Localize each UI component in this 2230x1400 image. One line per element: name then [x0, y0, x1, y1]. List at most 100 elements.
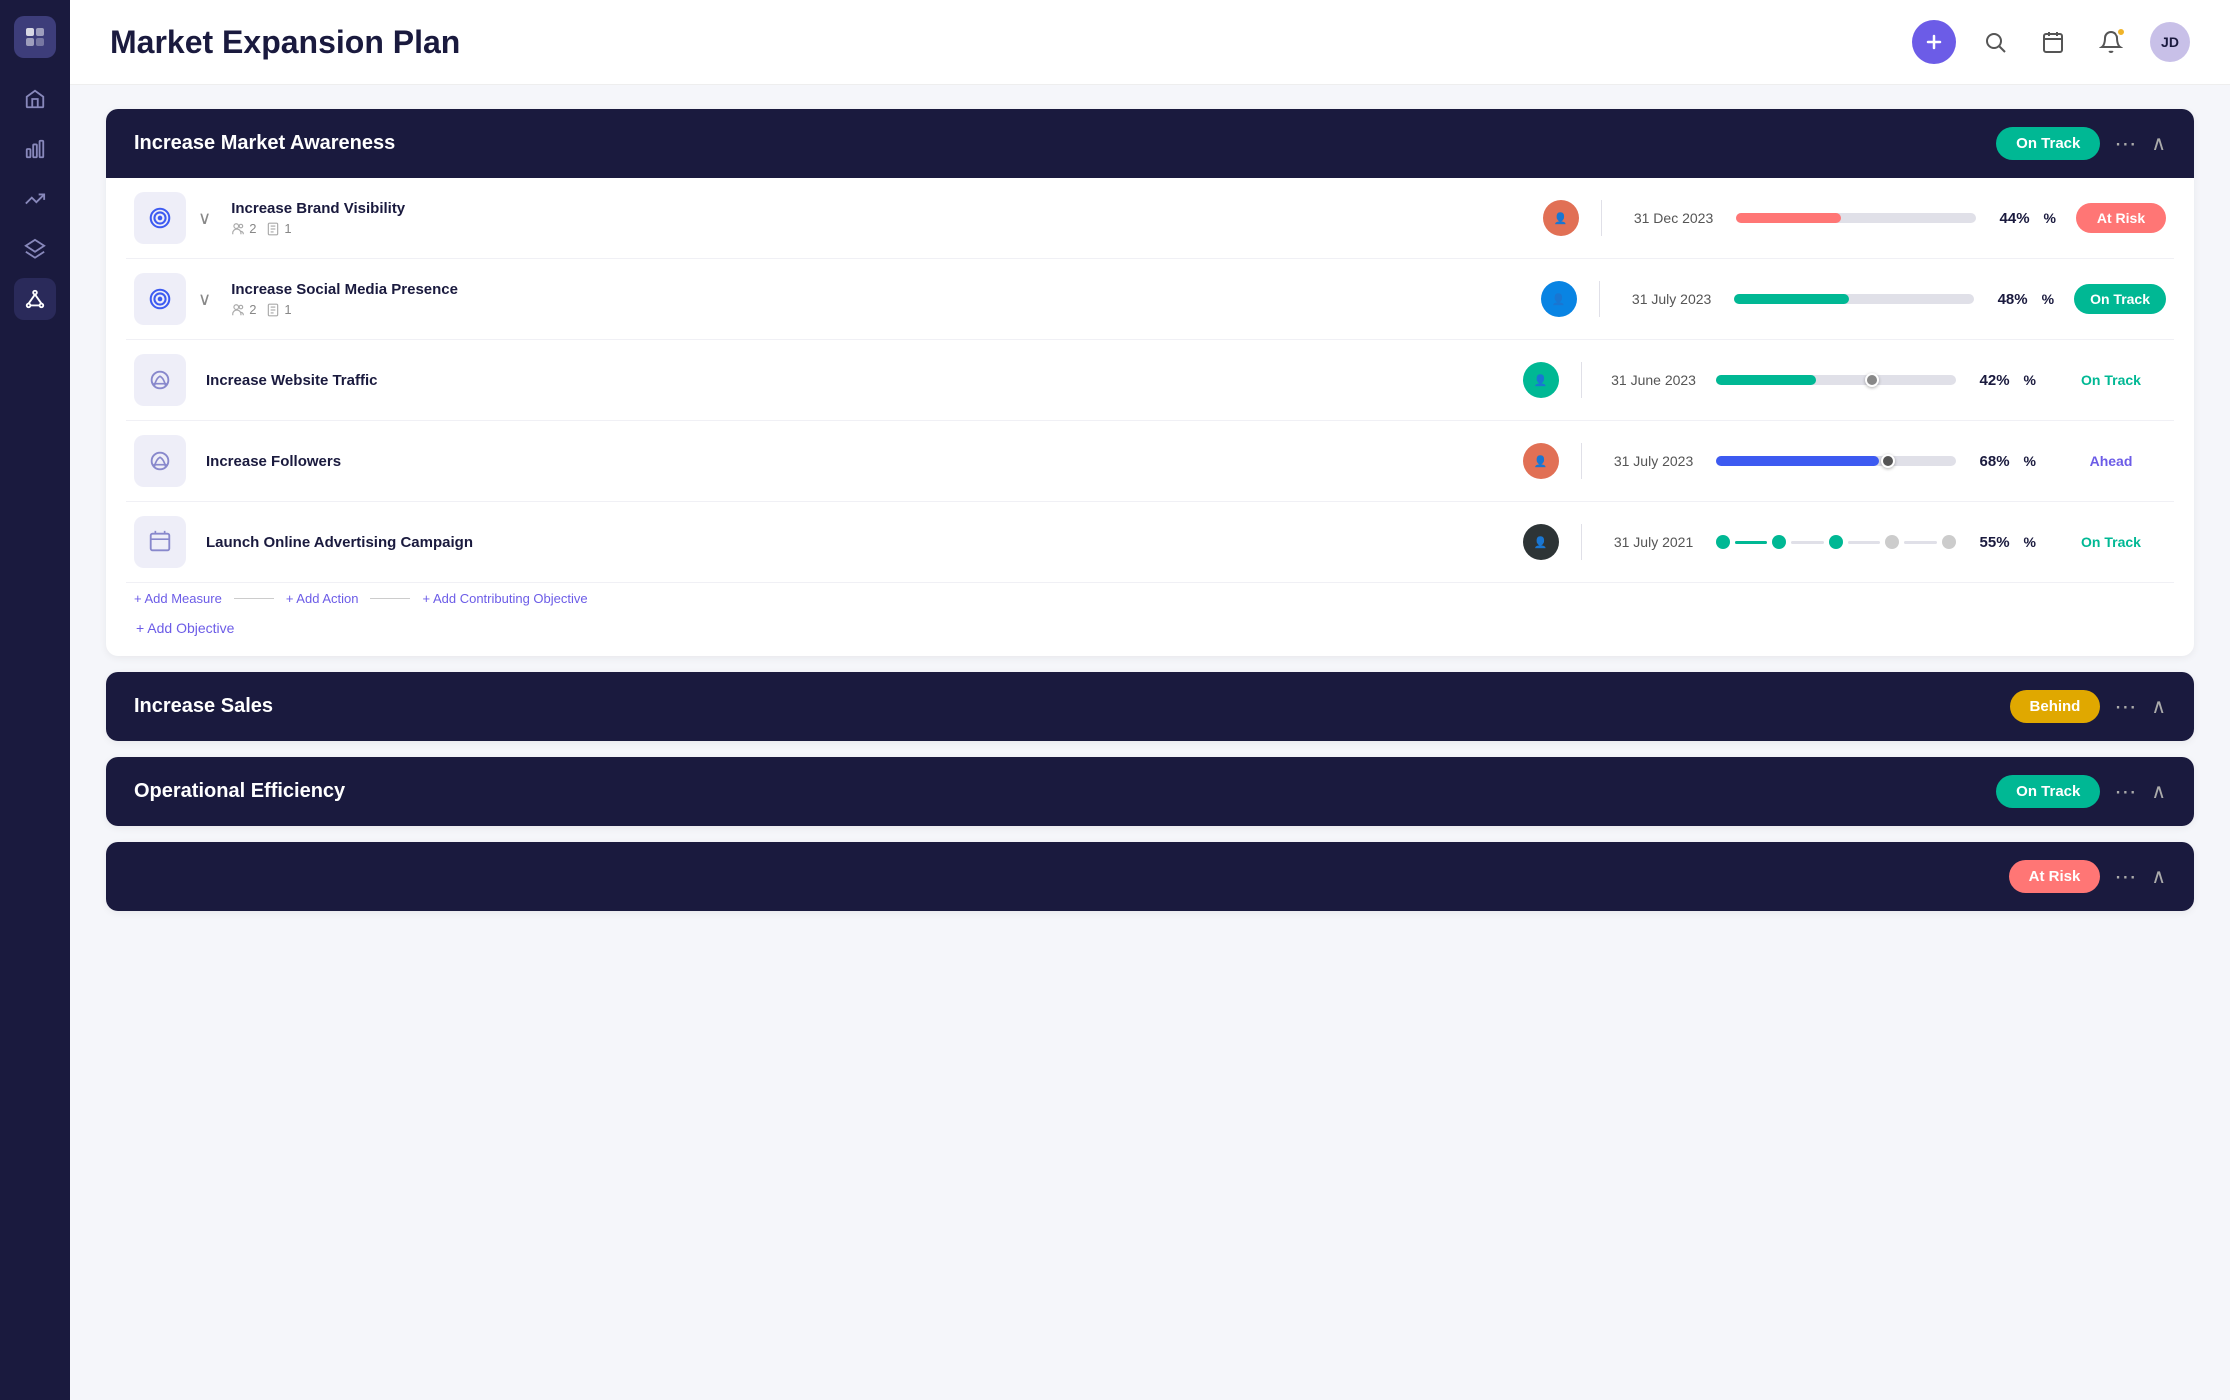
kr-followers-row: Increase Followers 👤 31 July 2023 68% % …: [126, 421, 2174, 502]
kr-followers-info: Increase Followers: [198, 453, 1511, 470]
kr-brand-visibility-bar: [1736, 213, 1976, 223]
app-logo[interactable]: [14, 16, 56, 58]
kr-advertising-status: On Track: [2056, 534, 2166, 550]
kr-advertising-progress: [1716, 535, 1956, 549]
kr-followers-icon-area: [134, 435, 186, 487]
kr-advertising-info: Launch Online Advertising Campaign: [198, 534, 1511, 551]
kr-advertising-date: 31 July 2021: [1604, 534, 1704, 550]
kr-website-traffic-bar: [1716, 375, 1956, 385]
group-market-awareness-header[interactable]: Increase Market Awareness On Track ⋯ ∧: [106, 109, 2194, 178]
kr-social-media-fill: [1734, 294, 1849, 304]
notification-badge: [2116, 27, 2126, 37]
kr-brand-visibility-meta: 2 1: [231, 221, 1530, 236]
kr-social-media-name: Increase Social Media Presence: [231, 281, 1528, 298]
group-market-awareness-controls: On Track ⋯ ∧: [1996, 127, 2166, 160]
dot-5: [1942, 535, 1956, 549]
group-market-awareness-menu[interactable]: ⋯: [2114, 131, 2137, 157]
content-area: Increase Market Awareness On Track ⋯ ∧: [70, 85, 2230, 1400]
search-button[interactable]: [1976, 23, 2014, 61]
group-sales-collapse[interactable]: ∧: [2151, 694, 2166, 719]
kr-followers-percent: 68%: [1968, 453, 2010, 470]
kr-website-traffic-row: Increase Website Traffic 👤 31 June 2023 …: [126, 340, 2174, 421]
add-measure-link[interactable]: + Add Measure: [134, 591, 222, 606]
kr-social-media-expand[interactable]: ∨: [198, 289, 211, 310]
kr-brand-visibility-percent: 44%: [1988, 210, 2030, 227]
kr-followers-name: Increase Followers: [206, 453, 1511, 470]
dot-3: [1829, 535, 1843, 549]
add-action-sep: [370, 598, 410, 599]
header: Market Expansion Plan: [70, 0, 2230, 85]
kr-website-traffic-date: 31 June 2023: [1604, 372, 1704, 388]
kr-followers-fill: [1716, 456, 1879, 466]
add-contributing-link[interactable]: + Add Contributing Objective: [422, 591, 587, 606]
add-button[interactable]: [1912, 20, 1956, 64]
kr-followers-status: Ahead: [2056, 453, 2166, 469]
kr-social-media-meta: 2 1: [231, 302, 1528, 317]
group-efficiency-status: On Track: [1996, 775, 2100, 808]
kr-social-media-people: 2: [231, 302, 256, 317]
sidebar-item-chart[interactable]: [14, 128, 56, 170]
kr-advertising-percent: 55%: [1968, 534, 2010, 551]
group-at-risk-menu[interactable]: ⋯: [2114, 864, 2137, 890]
group-efficiency-title: Operational Efficiency: [134, 780, 345, 803]
kr-followers-date: 31 July 2023: [1604, 453, 1704, 469]
kr-social-media-bar: [1734, 294, 1974, 304]
kr-website-traffic-avatar: 👤: [1523, 362, 1559, 398]
kr-brand-visibility-row: ∨ Increase Brand Visibility 2 1: [126, 178, 2174, 259]
group-at-risk-collapse[interactable]: ∧: [2151, 864, 2166, 889]
add-measure-sep: [234, 598, 274, 599]
kr-website-traffic-icon-area: [134, 354, 186, 406]
kr-followers-divider: [1581, 443, 1582, 479]
add-objective-link[interactable]: + Add Objective: [126, 610, 244, 640]
group-sales-header[interactable]: Increase Sales Behind ⋯ ∧: [106, 672, 2194, 741]
kr-social-media-info: Increase Social Media Presence 2 1: [231, 281, 1528, 317]
sidebar-item-layers[interactable]: [14, 228, 56, 270]
group-efficiency-menu[interactable]: ⋯: [2114, 779, 2137, 805]
kr-brand-visibility-divider: [1601, 200, 1602, 236]
kr-followers-marker: [1881, 454, 1895, 468]
dot-4: [1885, 535, 1899, 549]
kr-social-media-percent: 48%: [1986, 291, 2028, 308]
add-action-link[interactable]: + Add Action: [286, 591, 359, 606]
kr-website-traffic-name: Increase Website Traffic: [206, 372, 1511, 389]
group-sales-menu[interactable]: ⋯: [2114, 694, 2137, 720]
kr-website-traffic-marker: [1865, 373, 1879, 387]
group-efficiency-header[interactable]: Operational Efficiency On Track ⋯ ∧: [106, 757, 2194, 826]
group-efficiency: Operational Efficiency On Track ⋯ ∧: [106, 757, 2194, 826]
page-title: Market Expansion Plan: [110, 24, 460, 61]
kr-social-media-status: On Track: [2074, 284, 2166, 314]
group-sales-title: Increase Sales: [134, 695, 273, 718]
group-efficiency-controls: On Track ⋯ ∧: [1996, 775, 2166, 808]
kr-brand-visibility-docs: 1: [266, 221, 291, 236]
kr-advertising-name: Launch Online Advertising Campaign: [206, 534, 1511, 551]
group-market-awareness-collapse[interactable]: ∧: [2151, 131, 2166, 156]
kr-brand-visibility-fill: [1736, 213, 1842, 223]
group-market-awareness-title: Increase Market Awareness: [134, 132, 395, 155]
kr-website-traffic-info: Increase Website Traffic: [198, 372, 1511, 389]
kr-brand-visibility-icon-area: [134, 192, 186, 244]
kr-brand-visibility-date: 31 Dec 2023: [1624, 210, 1724, 226]
kr-brand-visibility-name: Increase Brand Visibility: [231, 200, 1530, 217]
sidebar-item-trend[interactable]: [14, 178, 56, 220]
sidebar-item-nodes[interactable]: [14, 278, 56, 320]
kr-followers-progress: [1716, 456, 1956, 466]
group-efficiency-collapse[interactable]: ∧: [2151, 779, 2166, 804]
kr-social-media-divider: [1599, 281, 1600, 317]
group-at-risk-controls: At Risk ⋯ ∧: [2009, 860, 2166, 893]
kr-advertising-divider: [1581, 524, 1582, 560]
sidebar: [0, 0, 70, 1400]
notification-button[interactable]: [2092, 23, 2130, 61]
kr-brand-visibility-progress: [1736, 213, 1976, 223]
sidebar-item-home[interactable]: [14, 78, 56, 120]
kr-website-traffic-percent: 42%: [1968, 372, 2010, 389]
dot-2: [1772, 535, 1786, 549]
kr-brand-visibility-expand[interactable]: ∨: [198, 208, 211, 229]
kr-website-traffic-fill: [1716, 375, 1817, 385]
user-avatar[interactable]: JD: [2150, 22, 2190, 62]
kr-social-media-row: ∨ Increase Social Media Presence 2 1: [126, 259, 2174, 340]
kr-social-media-date: 31 July 2023: [1622, 291, 1722, 307]
kr-brand-visibility-avatar: 👤: [1543, 200, 1579, 236]
kr-advertising-dots: [1716, 535, 1956, 549]
group-at-risk-header[interactable]: At Risk ⋯ ∧: [106, 842, 2194, 911]
calendar-button[interactable]: [2034, 23, 2072, 61]
